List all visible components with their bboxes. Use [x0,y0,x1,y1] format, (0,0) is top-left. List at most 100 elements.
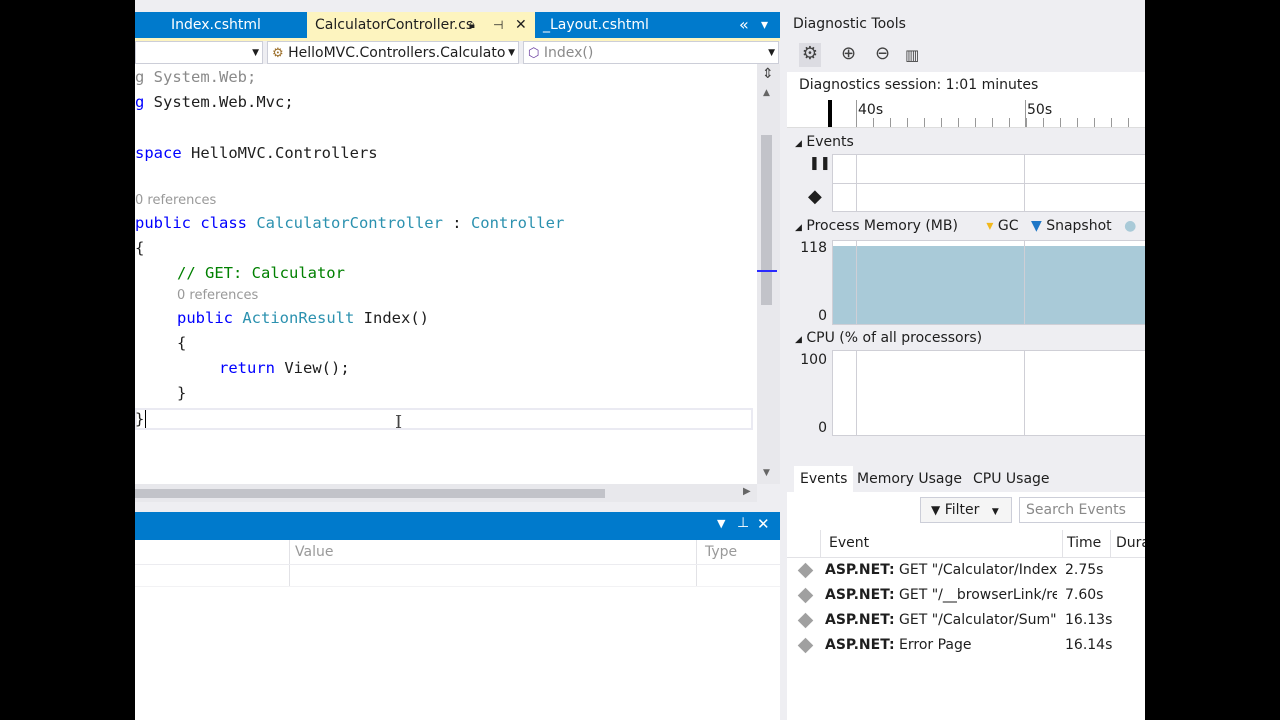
project-combo[interactable]: ▼ [135,41,263,64]
ruler-label-40s: 40s [858,102,884,118]
column-header-type[interactable]: Type [705,544,737,560]
pin-icon[interactable]: ⊥ [737,515,749,531]
tab-overflow-icon[interactable]: « [739,12,749,38]
event-time: 16.14s [1065,637,1113,653]
gridline [856,350,857,436]
collapse-icon: ◢ [795,139,802,149]
private-bytes-legend-icon: ● [1124,218,1137,234]
event-row[interactable]: ASP.NET: Error Page 16.14s [787,633,1145,658]
tab-calculator-controller[interactable]: CalculatorController.cs 🔒︎ ⊣ ✕ [307,12,535,38]
split-icon[interactable]: ⇕ [762,66,774,82]
scroll-right-icon[interactable]: ▶ [743,486,751,497]
column-header-event[interactable]: Event [829,535,869,551]
filter-button[interactable]: ▼ Filter ▼ [920,497,1012,523]
search-events-input[interactable]: Search Events [1019,497,1145,523]
column-header-value[interactable]: Value [295,544,333,560]
event-text: GET "/__browserLink/re... [894,587,1057,603]
ruler-minor-tick [1026,118,1027,127]
ruler-minor-tick [856,118,857,127]
member-combo-value: Index() [543,45,594,61]
events-section-header[interactable]: ◢ Events [795,134,854,150]
collapse-icon: ◢ [795,335,802,345]
event-diamond-icon [797,612,814,629]
zoom-in-icon[interactable]: ⊕ [841,43,856,64]
tab-label: Index.cshtml [171,17,261,33]
event-description: ASP.NET: GET "/Calculator/Sum" [825,608,1057,633]
editor-region: Index.cshtml CalculatorController.cs 🔒︎ … [135,0,780,720]
tab-label: _Layout.cshtml [543,17,649,33]
timeline-ruler[interactable] [787,100,1145,128]
vertical-scroll-thumb[interactable] [761,135,772,305]
code-line-2: g System.Web.Mvc; [135,93,294,111]
timeline-marker[interactable] [828,100,832,127]
filter-icon: ▼ [931,503,941,517]
event-source: ASP.NET: [825,612,895,628]
ruler-minor-tick [1128,118,1129,127]
code-line-5: { [135,239,145,257]
tab-memory-usage[interactable]: Memory Usage [851,466,968,492]
code-editor[interactable]: g System.Web; g System.Web.Mvc; space He… [135,64,757,484]
grid-line [135,564,780,565]
grid-line [135,586,780,587]
tab-cpu-usage[interactable]: CPU Usage [967,466,1056,492]
scroll-up-icon[interactable]: ▲ [763,88,770,98]
text-caret [145,410,146,428]
code-line-11: } [135,410,145,428]
class-combo[interactable]: ⚙ HelloMVC.Controllers.Calculato ▼ [267,41,519,64]
ruler-minor-tick [1060,118,1061,127]
event-text: GET "/Calculator/Sum" [894,612,1057,628]
ruler-minor-tick [890,118,891,127]
ruler-minor-tick [873,118,874,127]
memory-y-max: 118 [800,240,827,256]
horizontal-scroll-thumb[interactable] [135,489,605,498]
pause-icon: ❚❚ [809,156,831,171]
legend-gc: GC [997,218,1019,234]
panel-dropdown-icon[interactable]: ▼ [717,517,725,530]
tab-dropdown-icon[interactable]: ▾ [761,12,768,38]
panel-title: Diagnostic Tools [793,16,906,32]
filter-label: Filter [944,502,980,518]
close-icon[interactable]: ✕ [757,515,770,533]
column-separator [696,540,697,586]
column-separator [1110,530,1111,558]
close-icon[interactable]: ✕ [515,12,527,38]
gc-legend-icon: ▾ [986,218,994,234]
ruler-minor-tick [1077,118,1078,127]
ibeam-cursor-icon: I [395,412,403,433]
codelens-references[interactable]: 0 references [177,287,258,305]
cpu-graph[interactable] [832,350,1145,436]
memory-section-header[interactable]: ◢ Process Memory (MB) ▾ GC ▼ Snapshot ● [795,218,1136,234]
column-header-duration[interactable]: Dura [1116,535,1145,551]
settings-gear-icon[interactable]: ⚙ [799,43,821,67]
tab-index-cshtml[interactable]: Index.cshtml [135,12,307,38]
event-row[interactable]: ASP.NET: GET "/Calculator/Sum" 16.13s [787,608,1145,633]
event-source: ASP.NET: [825,587,895,603]
tab-events[interactable]: Events [794,466,854,492]
panel-splitter[interactable] [780,0,787,720]
section-title: Events [806,134,854,150]
event-time: 2.75s [1065,562,1104,578]
event-row[interactable]: ASP.NET: GET "/Calculator/Index" 2.75s [787,558,1145,583]
code-line-7: public ActionResult Index() [177,309,429,327]
event-diamond-icon [797,562,814,579]
reset-view-icon[interactable]: ▥ [905,46,919,64]
class-icon: ⚙ [272,46,284,61]
memory-y-min: 0 [818,308,827,324]
ruler-minor-tick [924,118,925,127]
scroll-down-icon[interactable]: ▼ [763,468,770,478]
event-row[interactable]: ASP.NET: GET "/__browserLink/re... 7.60s [787,583,1145,608]
column-separator [1062,530,1063,558]
zoom-out-icon[interactable]: ⊖ [875,43,890,64]
cpu-y-min: 0 [818,420,827,436]
event-description: ASP.NET: GET "/__browserLink/re... [825,583,1057,608]
current-line-highlight [135,408,753,430]
pin-icon[interactable]: ⊣ [493,12,503,38]
tab-layout-cshtml[interactable]: _Layout.cshtml [535,12,725,38]
code-line-9: return View(); [219,359,350,377]
cpu-section-header[interactable]: ◢ CPU (% of all processors) [795,330,982,346]
codelens-references[interactable]: 0 references [135,192,216,210]
column-header-time[interactable]: Time [1067,535,1101,551]
member-combo[interactable]: ⬡ Index() ▼ [523,41,779,64]
gridline [1024,240,1025,325]
code-line-6: // GET: Calculator [177,264,345,282]
